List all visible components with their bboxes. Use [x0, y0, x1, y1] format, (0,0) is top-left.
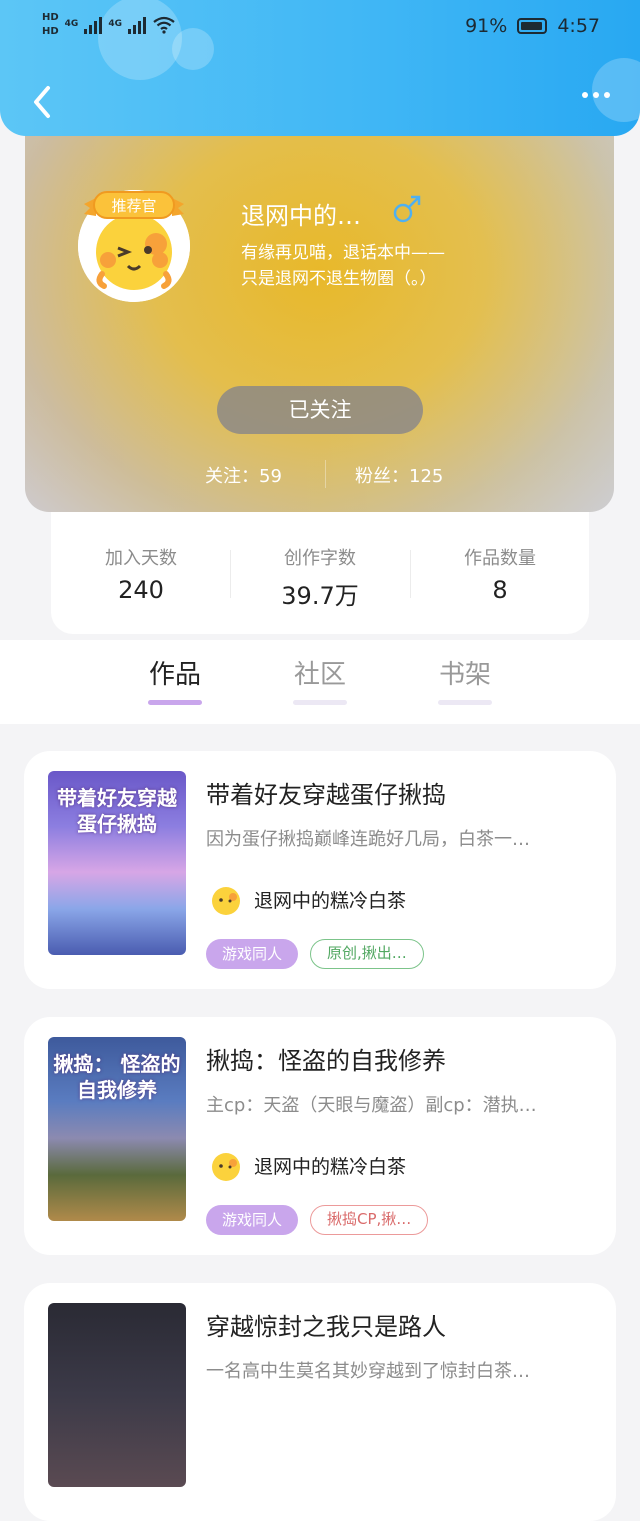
author-avatar-icon	[206, 1145, 246, 1185]
tab-works[interactable]: 作品	[130, 654, 220, 691]
book-card[interactable]: 带着好友穿越 蛋仔揪捣 带着好友穿越蛋仔揪捣 因为蛋仔揪捣巅峰连跪好几局，白茶一…	[24, 751, 616, 989]
book-title[interactable]: 揪捣：怪盗的自我修养	[206, 1041, 446, 1076]
stat-works-count: 作品数量 8	[410, 544, 590, 604]
stat-value: 240	[118, 576, 164, 604]
follow-counts: 关注：59 粉丝：125	[25, 460, 614, 490]
cover-title: 带着好友穿越 蛋仔揪捣	[57, 786, 177, 836]
male-gender-icon	[393, 195, 421, 223]
tag-category[interactable]: 游戏同人	[206, 1205, 299, 1235]
book-card[interactable]: 穿越惊封之我只是路人 一名高中生莫名其妙穿越到了惊封白茶…	[24, 1283, 616, 1521]
followed-button[interactable]: 已关注	[217, 386, 423, 434]
recommender-badge: 推荐官	[84, 191, 184, 219]
hd-indicator: HD	[42, 26, 59, 37]
book-description: 因为蛋仔揪捣巅峰连跪好几局，白茶一…	[206, 829, 530, 850]
signal-icon	[84, 16, 103, 34]
book-cover[interactable]: 带着好友穿越 蛋仔揪捣	[48, 771, 186, 955]
tab-indicator	[293, 700, 347, 705]
tab-community[interactable]: 社区	[275, 654, 365, 691]
more-menu-button[interactable]	[582, 92, 610, 98]
book-description: 一名高中生莫名其妙穿越到了惊封白茶…	[206, 1361, 530, 1382]
wifi-icon	[153, 16, 175, 34]
tag-keywords[interactable]: 揪捣CP,揪…	[310, 1205, 429, 1235]
book-title[interactable]: 带着好友穿越蛋仔揪捣	[206, 775, 446, 810]
status-bar: HD HD 4G 4G 91% 4:57	[0, 10, 640, 44]
author-name: 退网中的糕冷白茶	[254, 889, 407, 912]
decor-bubble	[592, 58, 640, 122]
book-cover[interactable]	[48, 1303, 186, 1487]
stat-word-count: 创作字数 39.7万	[230, 544, 410, 611]
network-type: 4G	[64, 19, 79, 29]
bio-line: 有缘再见喵，退话本中——	[241, 243, 445, 263]
book-tags: 游戏同人 揪捣CP,揪…	[206, 1205, 429, 1235]
book-tags: 游戏同人 原创,揪出…	[206, 939, 424, 969]
stat-value: 39.7万	[281, 582, 359, 610]
divider	[325, 460, 326, 488]
back-arrow-icon[interactable]	[26, 82, 62, 122]
tab-bookshelf[interactable]: 书架	[420, 654, 510, 691]
stat-label: 创作字数	[284, 548, 356, 569]
author-stats: 加入天数 240 创作字数 39.7万 作品数量 8	[51, 508, 589, 634]
book-description: 主cp：天盗（天眼与魔盗）副cp：潜执…	[206, 1095, 537, 1116]
tab-indicator	[148, 700, 202, 705]
battery-percent: 91%	[465, 15, 508, 37]
fans-count[interactable]: 粉丝：125	[355, 462, 443, 488]
tag-keywords[interactable]: 原创,揪出…	[310, 939, 424, 969]
stat-value: 8	[492, 576, 508, 604]
book-card[interactable]: 揪捣： 怪盗的 自我修养 揪捣：怪盗的自我修养 主cp：天盗（天眼与魔盗）副cp…	[24, 1017, 616, 1255]
book-author[interactable]: 退网中的糕冷白茶	[206, 1145, 406, 1185]
author-name: 退网中的糕冷白茶	[254, 1155, 407, 1178]
stat-join-days: 加入天数 240	[51, 544, 231, 604]
battery-icon	[517, 18, 548, 34]
tag-category[interactable]: 游戏同人	[206, 939, 299, 969]
book-author[interactable]: 退网中的糕冷白茶	[206, 879, 406, 919]
following-count[interactable]: 关注：59	[205, 462, 282, 488]
profile-header-card	[25, 110, 614, 512]
network-type: 4G	[108, 19, 122, 29]
book-cover[interactable]: 揪捣： 怪盗的 自我修养	[48, 1037, 186, 1221]
top-bar: HD HD 4G 4G 91% 4:57	[0, 0, 640, 136]
user-bio: 有缘再见喵，退话本中—— 只是退网不退生物圈（。）	[241, 240, 445, 292]
clock: 4:57	[557, 15, 600, 37]
stat-label: 加入天数	[105, 548, 177, 569]
tab-indicator	[438, 700, 492, 705]
book-title[interactable]: 穿越惊封之我只是路人	[206, 1307, 446, 1342]
user-name: 退网中的…	[241, 202, 361, 230]
hd-indicator: HD	[42, 12, 59, 23]
stat-label: 作品数量	[464, 548, 536, 569]
author-avatar-icon	[206, 879, 246, 919]
cover-title: 揪捣： 怪盗的 自我修养	[53, 1052, 181, 1102]
signal-icon	[127, 16, 146, 34]
badge-text: 推荐官	[111, 197, 156, 215]
profile-tabs: 作品 社区 书架	[0, 640, 640, 724]
bio-line: 只是退网不退生物圈（。）	[241, 269, 437, 289]
